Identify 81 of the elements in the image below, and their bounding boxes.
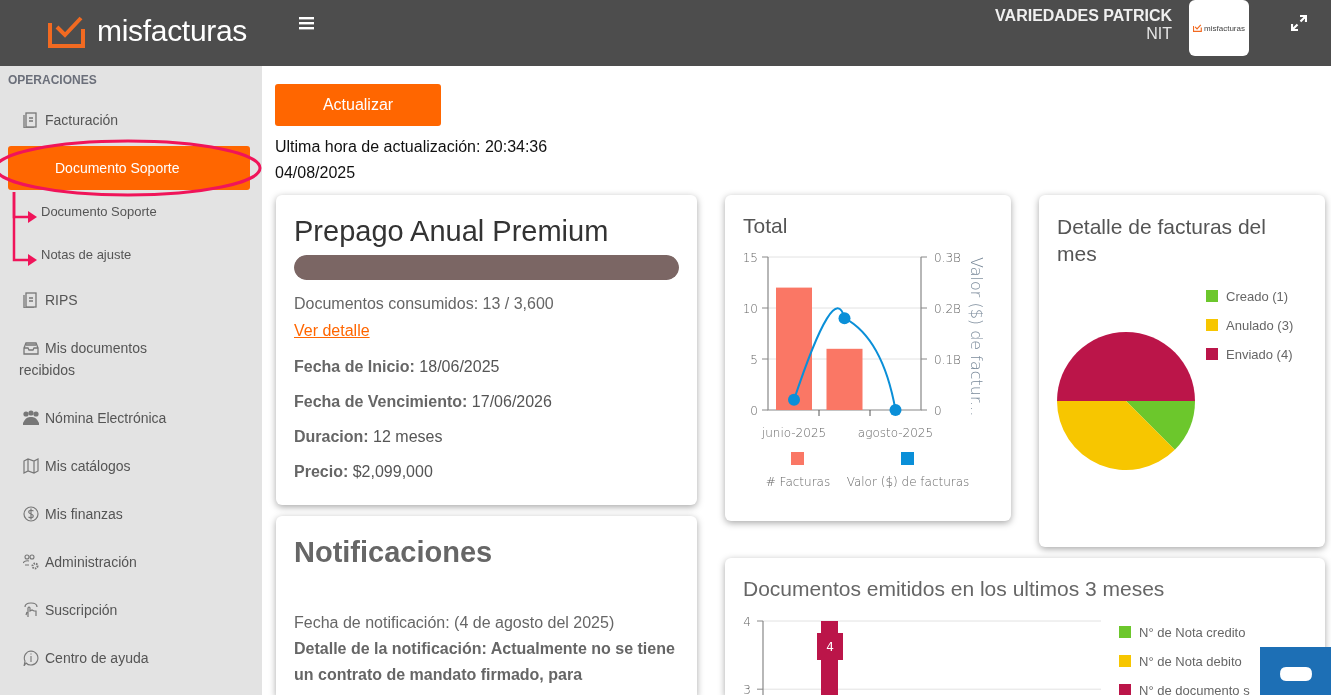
sidebar-item[interactable]: Suscripción [0, 586, 179, 634]
axis-label: 0 [750, 404, 758, 418]
notifications-title: Notificaciones [294, 535, 494, 570]
notification-detail: Detalle de la notificación: Actualmente no se tiene un contrato de mandato firmado, para [294, 639, 676, 685]
axis-label: junio-2025 [761, 426, 827, 440]
axis-title: Valor ($) de factur... [967, 257, 986, 417]
sidebar-subitem[interactable]: Documento Soporte [0, 190, 157, 233]
dollar-icon [23, 506, 39, 522]
people-icon [23, 410, 39, 426]
sidebar-item[interactable]: Mis documentos recibidos [0, 324, 179, 394]
receipt-icon [23, 112, 39, 128]
plan-detail-text: Fecha de Vencimiento: 17/06/2026 [294, 392, 553, 412]
last-update-text: Ultima hora de actualización: 20:34:36 [275, 137, 549, 157]
legend-label: Anulado (3) [1226, 318, 1294, 333]
axis-label: 0 [934, 404, 942, 418]
sidebar-item[interactable]: Mis catálogos [0, 442, 179, 490]
inbox-icon [23, 340, 39, 356]
axis-label: 4 [743, 615, 751, 629]
info-icon [23, 650, 39, 666]
logo-icon [1193, 24, 1203, 32]
expand-icon[interactable] [1291, 15, 1307, 31]
company-name: VARIEDADES PATRICK [995, 7, 1172, 25]
axis-label: agosto-2025 [857, 426, 934, 440]
legend-swatch [791, 452, 804, 465]
chart-point [889, 404, 902, 416]
legend-swatch [1119, 684, 1131, 695]
axis-label: 3 [743, 683, 751, 695]
axis-label: 0.1B [934, 353, 961, 367]
legend-label: N° de Nota credito [1139, 625, 1246, 640]
logo-text: misfacturas [97, 14, 248, 48]
sidebar-item[interactable]: Facturación [0, 96, 179, 144]
sidebar-item[interactable]: Centro de ayuda [0, 634, 179, 682]
sidebar-subitem[interactable]: Notas de ajuste [0, 233, 132, 276]
chart-bar [826, 348, 863, 410]
company-avatar[interactable]: misfacturas [1189, 0, 1249, 56]
axis-label: 10 [742, 302, 758, 316]
legend-swatch [1206, 290, 1218, 302]
sidebar-item[interactable]: Administración [0, 538, 179, 586]
sidebar-item[interactable]: Mis finanzas [0, 490, 179, 538]
sidebar-item[interactable]: Nómina Electrónica [0, 394, 179, 442]
section-label: OPERACIONES [7, 72, 98, 89]
legend-label: Enviado (4) [1226, 347, 1293, 362]
chat-icon [1279, 667, 1312, 681]
chart-title: Total [742, 213, 789, 239]
legend-swatch [901, 452, 914, 465]
data-label: 4 [817, 633, 843, 660]
sidebar-item[interactable]: RIPS [0, 276, 179, 324]
legend-swatch [1119, 626, 1131, 638]
hand-pointer-icon [23, 602, 39, 618]
axis-label: 15 [742, 251, 758, 265]
receipt-icon [23, 292, 39, 308]
legend-label: # Facturas [765, 475, 831, 489]
legend-swatch [1119, 655, 1131, 667]
menu-icon[interactable] [299, 16, 315, 30]
logo-icon [48, 14, 86, 48]
axis-label: 5 [750, 353, 758, 367]
users-gear-icon [23, 554, 39, 570]
axis-label: 0.3B [934, 251, 961, 265]
plan-detail-text: Fecha de Inicio: 18/06/2025 [294, 357, 501, 377]
legend-label: N° de Nota debito [1139, 654, 1242, 669]
map-icon [23, 458, 39, 474]
notification-date: Fecha de notificación: (4 de agosto del 2025) [294, 613, 616, 633]
legend-swatch [1206, 319, 1218, 331]
plan-detail-text: Duracion: 12 meses [294, 427, 444, 447]
axis-label: 0.2B [934, 302, 961, 316]
plan-title: Prepago Anual Premium [294, 214, 610, 249]
legend-label: N° de documento s [1139, 683, 1250, 695]
chart-point [788, 393, 800, 406]
chart-point [838, 312, 851, 325]
legend-label: Creado (1) [1226, 289, 1289, 304]
date-text: 04/08/2025 [275, 163, 357, 183]
logo-text: misfacturas [1204, 23, 1245, 33]
legend-label: Valor ($) de facturas [846, 475, 970, 489]
data-label: 4 [826, 640, 834, 654]
chart-title: Detalle de facturas del mes [1057, 214, 1267, 267]
tax-id: NIT [1145, 25, 1172, 43]
plan-detail-text: Precio: $2,099,000 [294, 462, 434, 482]
legend-swatch [1206, 348, 1218, 360]
documents-consumed-text: Documentos consumidos: 13 / 3,600 [294, 294, 555, 314]
chart-title: Documentos emitidos en los ultimos 3 meses [743, 576, 1166, 602]
chat-button[interactable] [1260, 647, 1331, 695]
